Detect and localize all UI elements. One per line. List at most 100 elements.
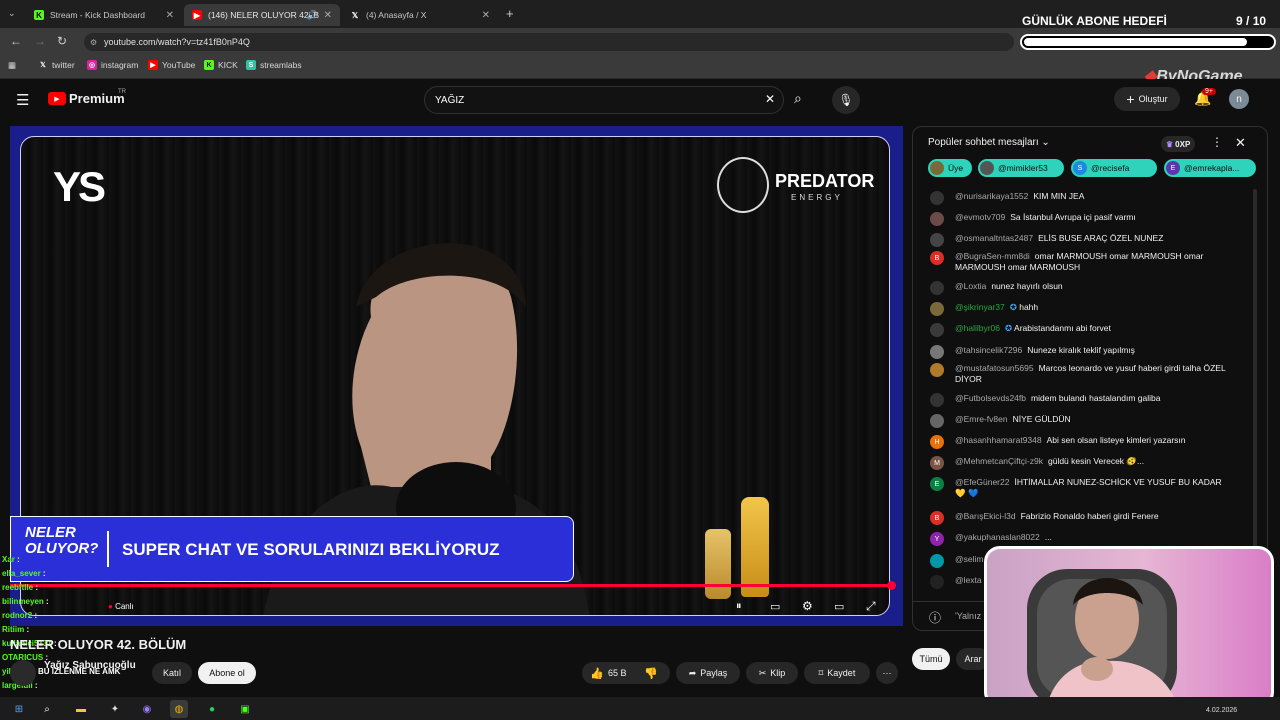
chat-scrollbar[interactable] <box>1253 189 1257 589</box>
share-button[interactable]: ➦ Paylaş <box>676 662 740 684</box>
chat-avatar[interactable] <box>930 212 944 226</box>
chat-avatar[interactable] <box>930 393 944 407</box>
info-icon[interactable]: ⓘ <box>929 609 941 626</box>
chat-author[interactable]: @BugraSen-mm8di <box>955 251 1030 261</box>
join-button[interactable]: Katıl <box>152 662 192 684</box>
file-explorer-icon[interactable]: ▬ <box>72 700 90 718</box>
site-info-icon[interactable]: ⚙ <box>90 38 97 47</box>
tab-search-icon[interactable]: ⌄ <box>8 8 16 19</box>
channel-name[interactable]: Yağız Sabuncuoğlu <box>44 660 136 671</box>
like-count[interactable]: 65 B <box>608 668 627 678</box>
chat-avatar[interactable] <box>930 323 944 337</box>
chat-avatar[interactable] <box>930 414 944 428</box>
chat-author[interactable]: @hasanhhamarat9348 <box>955 435 1042 445</box>
chat-pill-member[interactable]: Üye <box>928 159 972 177</box>
taskbar-search-icon[interactable]: ⌕ <box>38 700 56 718</box>
chat-author[interactable]: @Emre-fv8en <box>955 414 1008 424</box>
chat-avatar[interactable]: Y <box>930 532 944 546</box>
filter-chip-all[interactable]: Tümü <box>912 648 950 670</box>
chat-avatar[interactable]: M <box>930 456 944 470</box>
chat-avatar[interactable]: B <box>930 511 944 525</box>
youtube-logo-icon[interactable]: ▶ <box>48 92 66 105</box>
tab-kick-dashboard[interactable]: K Stream - Kick Dashboard ✕ <box>26 4 182 26</box>
close-icon[interactable]: ✕ <box>166 10 174 21</box>
close-icon[interactable]: ✕ <box>324 10 332 21</box>
streamlabs-app-icon[interactable]: ▣ <box>236 700 254 718</box>
account-avatar[interactable]: n <box>1229 89 1249 109</box>
points-badge[interactable]: ♛ 0XP <box>1161 136 1196 152</box>
chat-author[interactable]: @halilbyr06 <box>955 323 1000 333</box>
microphone-icon[interactable]: 🎙 <box>832 86 860 114</box>
reload-icon[interactable]: ↻ <box>57 34 67 48</box>
chat-author[interactable]: @EfeGüner22 <box>955 477 1009 487</box>
chat-author[interactable]: @Futbolsevds24fb <box>955 393 1026 403</box>
theater-mode-icon[interactable]: ▭ <box>834 600 844 613</box>
autoplay-toggle-icon[interactable]: ⏸ <box>736 600 742 613</box>
channel-avatar[interactable] <box>10 660 36 686</box>
tab-x-home[interactable]: 𝕏 (4) Anasayfa / X ✕ <box>342 4 498 26</box>
bookmark-twitter[interactable]: 𝕏twitter <box>38 60 75 70</box>
bookmark-streamlabs[interactable]: Sstreamlabs <box>246 60 302 70</box>
chat-avatar[interactable]: E <box>930 477 944 491</box>
chat-author[interactable]: @MehmetcanÇiftçi-z9k <box>955 456 1043 466</box>
chrome-icon[interactable]: ◍ <box>170 700 188 718</box>
clear-search-icon[interactable]: ✕ <box>765 92 775 106</box>
save-button[interactable]: ⌑ Kaydet <box>804 662 870 684</box>
bookmark-youtube[interactable]: ▶ YouTube <box>148 60 195 70</box>
chat-input[interactable]: 'Yalnız <box>955 611 981 621</box>
tab-youtube-video[interactable]: ▶ (146) NELER OLUYOR 42. B 🔊 ✕ <box>184 4 340 26</box>
dislike-icon[interactable]: 👎 <box>644 667 658 680</box>
chat-author[interactable]: @osmanaltntas2487 <box>955 233 1033 243</box>
chat-avatar[interactable] <box>930 345 944 359</box>
chat-pill-user[interactable]: S @recisefa <box>1071 159 1157 177</box>
chat-author[interactable]: @selim <box>955 554 983 564</box>
new-tab-icon[interactable]: + <box>506 6 514 21</box>
subtitles-icon[interactable]: ▭ <box>770 600 780 613</box>
chat-author[interactable]: @evmotv709 <box>955 212 1005 222</box>
discord-icon[interactable]: ◉ <box>138 700 156 718</box>
subscribe-button[interactable]: Abone ol <box>198 662 256 684</box>
close-chat-icon[interactable]: ✕ <box>1235 135 1246 151</box>
create-button[interactable]: + Oluştur <box>1114 87 1180 111</box>
chat-avatar[interactable] <box>930 554 944 568</box>
windows-start-icon[interactable]: ⊞ <box>10 700 28 718</box>
clip-button[interactable]: ✂ Klip <box>746 662 798 684</box>
forward-icon[interactable]: → <box>34 34 46 48</box>
obs-app-icon[interactable]: ✦ <box>106 700 124 718</box>
chat-pill-user[interactable]: E @emrekapla... <box>1164 159 1256 177</box>
more-vertical-icon[interactable]: ⋮ <box>1211 135 1223 149</box>
close-icon[interactable]: ✕ <box>482 10 490 21</box>
chat-avatar[interactable] <box>930 281 944 295</box>
more-actions-button[interactable]: ⋯ <box>876 662 898 684</box>
apps-grid-icon[interactable]: ▦ <box>8 60 16 71</box>
chat-mode-selector[interactable]: Popüler sohbet mesajları ⌄ <box>928 137 1050 148</box>
menu-icon[interactable]: ☰ <box>16 91 29 109</box>
chat-author[interactable]: @tahsincelik7296 <box>955 345 1022 355</box>
scrubber-handle[interactable] <box>887 581 896 590</box>
chat-author[interactable]: @nurisarikaya1552 <box>955 191 1028 201</box>
fullscreen-icon[interactable]: ⤢ <box>866 599 876 614</box>
chat-author[interactable]: @yakuphanaslan8022 <box>955 532 1040 542</box>
chat-author[interactable]: @BarışEkici-l3d <box>955 511 1016 521</box>
chat-avatar[interactable] <box>930 363 944 377</box>
chat-avatar[interactable]: H <box>930 435 944 449</box>
chat-avatar[interactable] <box>930 191 944 205</box>
back-icon[interactable]: ← <box>10 34 22 48</box>
url-field[interactable]: ⚙ youtube.com/watch?v=tz41fB0nP4Q <box>84 33 1014 51</box>
search-icon[interactable]: ⌕ <box>794 90 802 107</box>
chat-pill-user[interactable]: @mimikler53 <box>978 159 1064 177</box>
settings-gear-icon[interactable]: ⚙ <box>802 599 813 613</box>
speaker-icon[interactable]: 🔊 <box>307 10 318 21</box>
chat-avatar[interactable] <box>930 302 944 316</box>
chat-author[interactable]: @şikrinyar37 <box>955 302 1005 312</box>
search-input[interactable]: YAĞIZ ✕ <box>424 86 784 114</box>
spotify-icon[interactable]: ● <box>203 700 221 718</box>
chat-author[interactable]: @mustafatosun5695 <box>955 363 1034 373</box>
bookmark-kick[interactable]: K KICK <box>204 60 238 70</box>
chat-avatar[interactable]: B <box>930 251 944 265</box>
chat-avatar[interactable] <box>930 575 944 589</box>
like-icon[interactable]: 👍 <box>590 667 604 680</box>
chat-author[interactable]: @Loxtia <box>955 281 986 291</box>
chat-avatar[interactable] <box>930 233 944 247</box>
bookmark-instagram[interactable]: ◎ instagram <box>87 60 138 70</box>
